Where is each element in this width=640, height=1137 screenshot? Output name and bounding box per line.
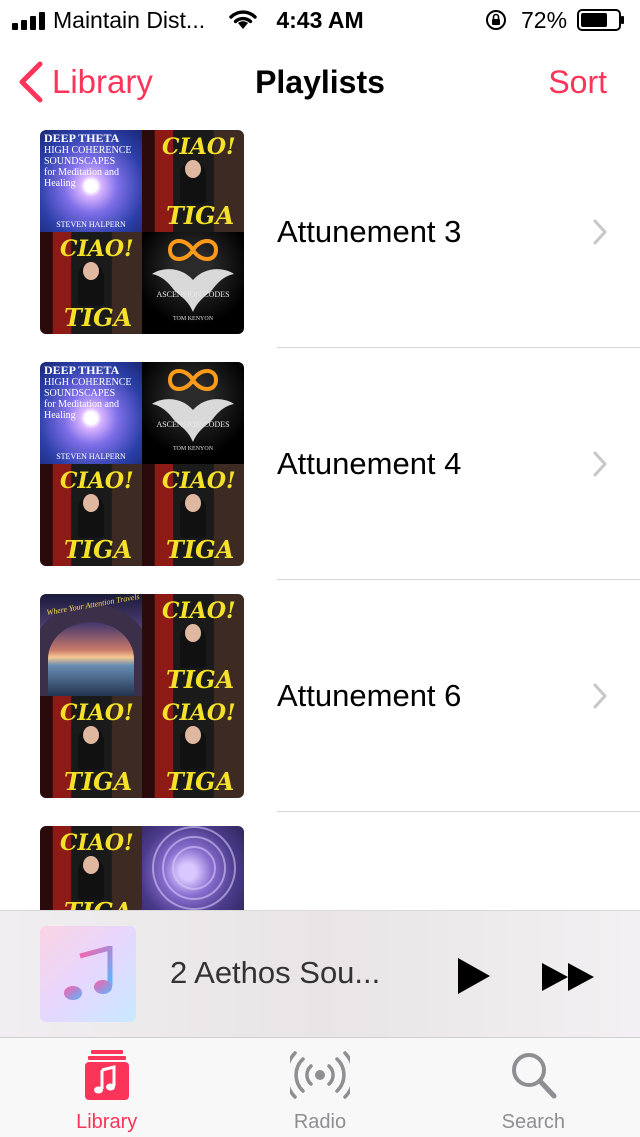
- album-art-cave: Where Your Attention Travels: [40, 594, 142, 696]
- orientation-lock-icon: [486, 10, 506, 30]
- play-icon[interactable]: [456, 956, 492, 996]
- row-divider: [277, 347, 640, 348]
- album-art-ascension-codes: ASCENSION CODES TOM KENYON: [142, 232, 244, 334]
- playlist-name: Attunement 4: [277, 446, 462, 481]
- tab-label: Radio: [293, 1111, 347, 1133]
- now-playing-artwork[interactable]: [40, 926, 136, 1022]
- tab-library[interactable]: Library: [0, 1038, 213, 1137]
- page-title: Playlists: [255, 64, 385, 100]
- album-art-ascension-codes: ASCENSION CODES TOM KENYON: [142, 362, 244, 464]
- chevron-right-icon: [593, 683, 607, 709]
- battery-percent: 72%: [521, 7, 568, 33]
- album-art-ciao-tiga: CIAO!TIGA: [40, 464, 142, 566]
- battery-icon: [577, 9, 624, 31]
- row-divider: [277, 811, 640, 812]
- tab-label: Library: [76, 1111, 138, 1133]
- album-art-ciao-tiga: CIAO!TIGA: [142, 130, 244, 232]
- status-bar: Maintain Dist... 4:43 AM 72%: [0, 0, 640, 40]
- album-art-deep-theta: DEEP THETA HIGH COHERENCE SOUNDSCAPES for …: [40, 130, 142, 232]
- music-note-icon: [64, 946, 113, 1000]
- fast-forward-icon[interactable]: [540, 961, 596, 993]
- tab-bar: Library Radio Search: [0, 1037, 640, 1137]
- album-art-ciao-tiga: CIAO!TIGA: [142, 594, 244, 696]
- playlist-name: Attunement 3: [277, 214, 462, 249]
- album-art-ciao-tiga: CIAO!TIGA: [142, 696, 244, 798]
- mini-player[interactable]: 2 Aethos Sou...: [0, 910, 640, 1037]
- album-art-ciao-tiga: CIAO!TIGA: [40, 232, 142, 334]
- playlist-artwork: Where Your Attention Travels CIAO! TIGA C…: [40, 594, 244, 798]
- tab-radio[interactable]: Radio: [213, 1038, 426, 1137]
- playlist-name: Attunement 6: [277, 678, 462, 713]
- album-art-ciao-tiga: CIAO!TIGA: [40, 696, 142, 798]
- playlist-row[interactable]: DEEP THETA HIGH COHERENCE SOUNDSCAPES for …: [0, 362, 640, 594]
- album-art-deep-theta: DEEP THETA HIGH COHERENCE SOUNDSCAPES for …: [40, 362, 142, 464]
- playlist-row[interactable]: DEEP THETA HIGH COHERENCE SOUNDSCAPES for …: [0, 130, 640, 362]
- playlist-artwork: DEEP THETA HIGH COHERENCE SOUNDSCAPES for …: [40, 130, 244, 334]
- playlist-artwork: DEEP THETA HIGH COHERENCE SOUNDSCAPES for …: [40, 362, 244, 566]
- radio-icon: [289, 1051, 350, 1099]
- now-playing-title[interactable]: 2 Aethos Sou...: [170, 955, 380, 991]
- tab-search[interactable]: Search: [427, 1038, 640, 1137]
- row-divider: [277, 579, 640, 580]
- tab-label: Search: [501, 1111, 565, 1133]
- search-icon: [512, 1053, 557, 1099]
- album-art-ciao-tiga: CIAO!TIGA: [142, 464, 244, 566]
- chevron-right-icon: [593, 451, 607, 477]
- playlist-row[interactable]: Where Your Attention Travels CIAO! TIGA C…: [0, 594, 640, 826]
- nav-bar: Library Playlists Sort: [0, 40, 640, 128]
- library-icon: [84, 1050, 129, 1100]
- sort-button[interactable]: Sort: [548, 64, 607, 101]
- chevron-right-icon: [593, 219, 607, 245]
